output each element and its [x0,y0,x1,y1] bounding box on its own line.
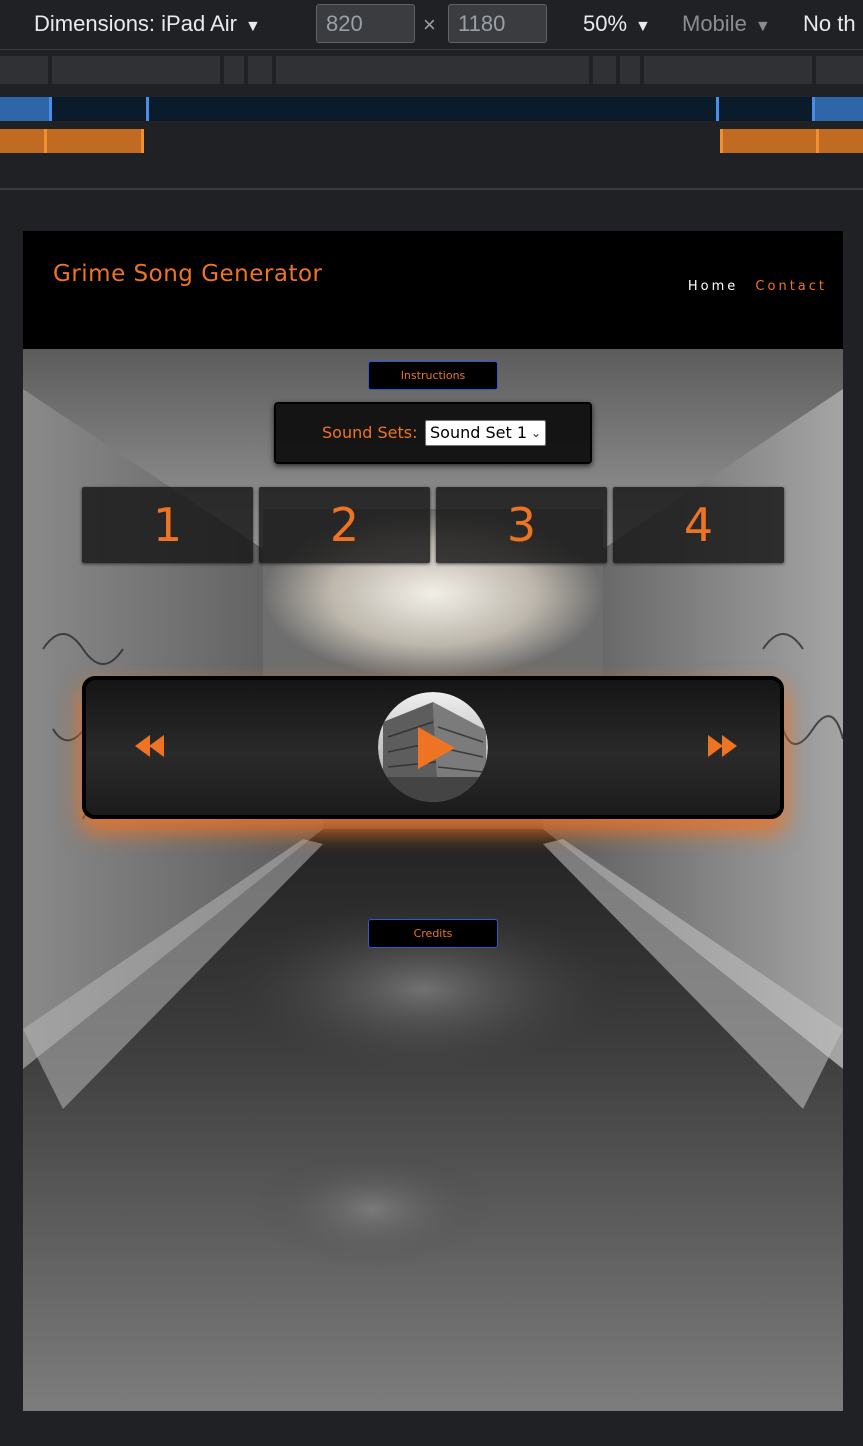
dropdown-caret-icon: ▼ [635,18,651,35]
fast-forward-icon[interactable] [702,726,742,766]
loop-button-3[interactable]: 3 [436,487,607,563]
ruler-segment[interactable] [593,56,616,84]
credits-button[interactable]: Credits [368,919,498,948]
rewind-icon[interactable] [130,726,170,766]
ruler-segment[interactable] [248,56,272,84]
ruler-segment[interactable] [52,56,220,84]
ruler-segment[interactable] [644,56,812,84]
instructions-button[interactable]: Instructions [368,361,498,390]
nav-link-home[interactable]: Home [688,279,738,294]
device-viewport: Grime Song Generator Home Contact Instru… [23,231,843,1411]
preset-width-ruler[interactable] [0,56,863,84]
width-input[interactable]: 820 [316,4,415,43]
play-button[interactable] [378,692,488,802]
dropdown-caret-icon: ▼ [754,18,771,35]
ruler-segment[interactable] [816,56,863,84]
media-query-bar-max-width[interactable] [0,97,863,121]
throttling-label: No th [803,11,856,36]
sound-sets-label: Sound Sets: [322,423,418,442]
throttling-dropdown[interactable]: No th [803,0,856,48]
sound-set-selected-value: Sound Set 1 [430,423,528,442]
album-art-image [378,692,488,802]
audio-player [82,676,784,819]
media-query-marker[interactable] [716,97,719,121]
sound-set-select[interactable]: Sound Set 1 ⌄ [425,420,546,446]
loop-button-1[interactable]: 1 [82,487,253,563]
media-query-marker[interactable] [141,129,144,153]
device-mode-dropdown[interactable]: Mobile ▼ [682,0,771,48]
media-query-marker[interactable] [812,97,815,121]
site-title: Grime Song Generator [53,261,323,287]
height-input[interactable]: 1180 [448,4,547,43]
sound-sets-panel: Sound Sets: Sound Set 1 ⌄ [274,402,592,464]
dimensions-label: Dimensions: iPad Air [34,11,237,36]
dimensions-dropdown[interactable]: Dimensions: iPad Air ▼ [34,0,261,48]
ruler-segment[interactable] [224,56,244,84]
media-query-marker[interactable] [49,97,52,121]
ruler-segment[interactable] [276,56,589,84]
media-query-segment[interactable] [0,129,144,153]
nav-link-contact[interactable]: Contact [755,279,827,294]
media-query-marker[interactable] [44,129,47,153]
media-query-track [0,97,863,121]
ruler-segment[interactable] [620,56,640,84]
devtools-device-toolbar: Dimensions: iPad Air ▼ 820 × 1180 50% ▼ Mo… [0,0,863,50]
media-query-segment[interactable] [813,97,863,121]
site-header: Grime Song Generator Home Contact [23,231,843,349]
zoom-label: 50% [583,11,628,36]
media-query-marker[interactable] [816,129,819,153]
media-query-segment[interactable] [0,97,50,121]
chevron-down-icon: ⌄ [530,426,541,440]
dropdown-caret-icon: ▼ [244,18,261,35]
loop-button-2[interactable]: 2 [259,487,430,563]
media-query-marker[interactable] [146,97,149,121]
main-nav: Home Contact [678,279,827,294]
media-query-segment[interactable] [720,129,863,153]
media-query-bar-min-width[interactable] [0,129,863,153]
toolbar-divider [0,188,863,190]
device-mode-label: Mobile [682,11,747,36]
ruler-segment[interactable] [0,56,48,84]
loop-button-4[interactable]: 4 [613,487,784,563]
media-query-marker[interactable] [720,129,723,153]
times-symbol: × [423,12,436,37]
zoom-dropdown[interactable]: 50% ▼ [583,0,651,48]
